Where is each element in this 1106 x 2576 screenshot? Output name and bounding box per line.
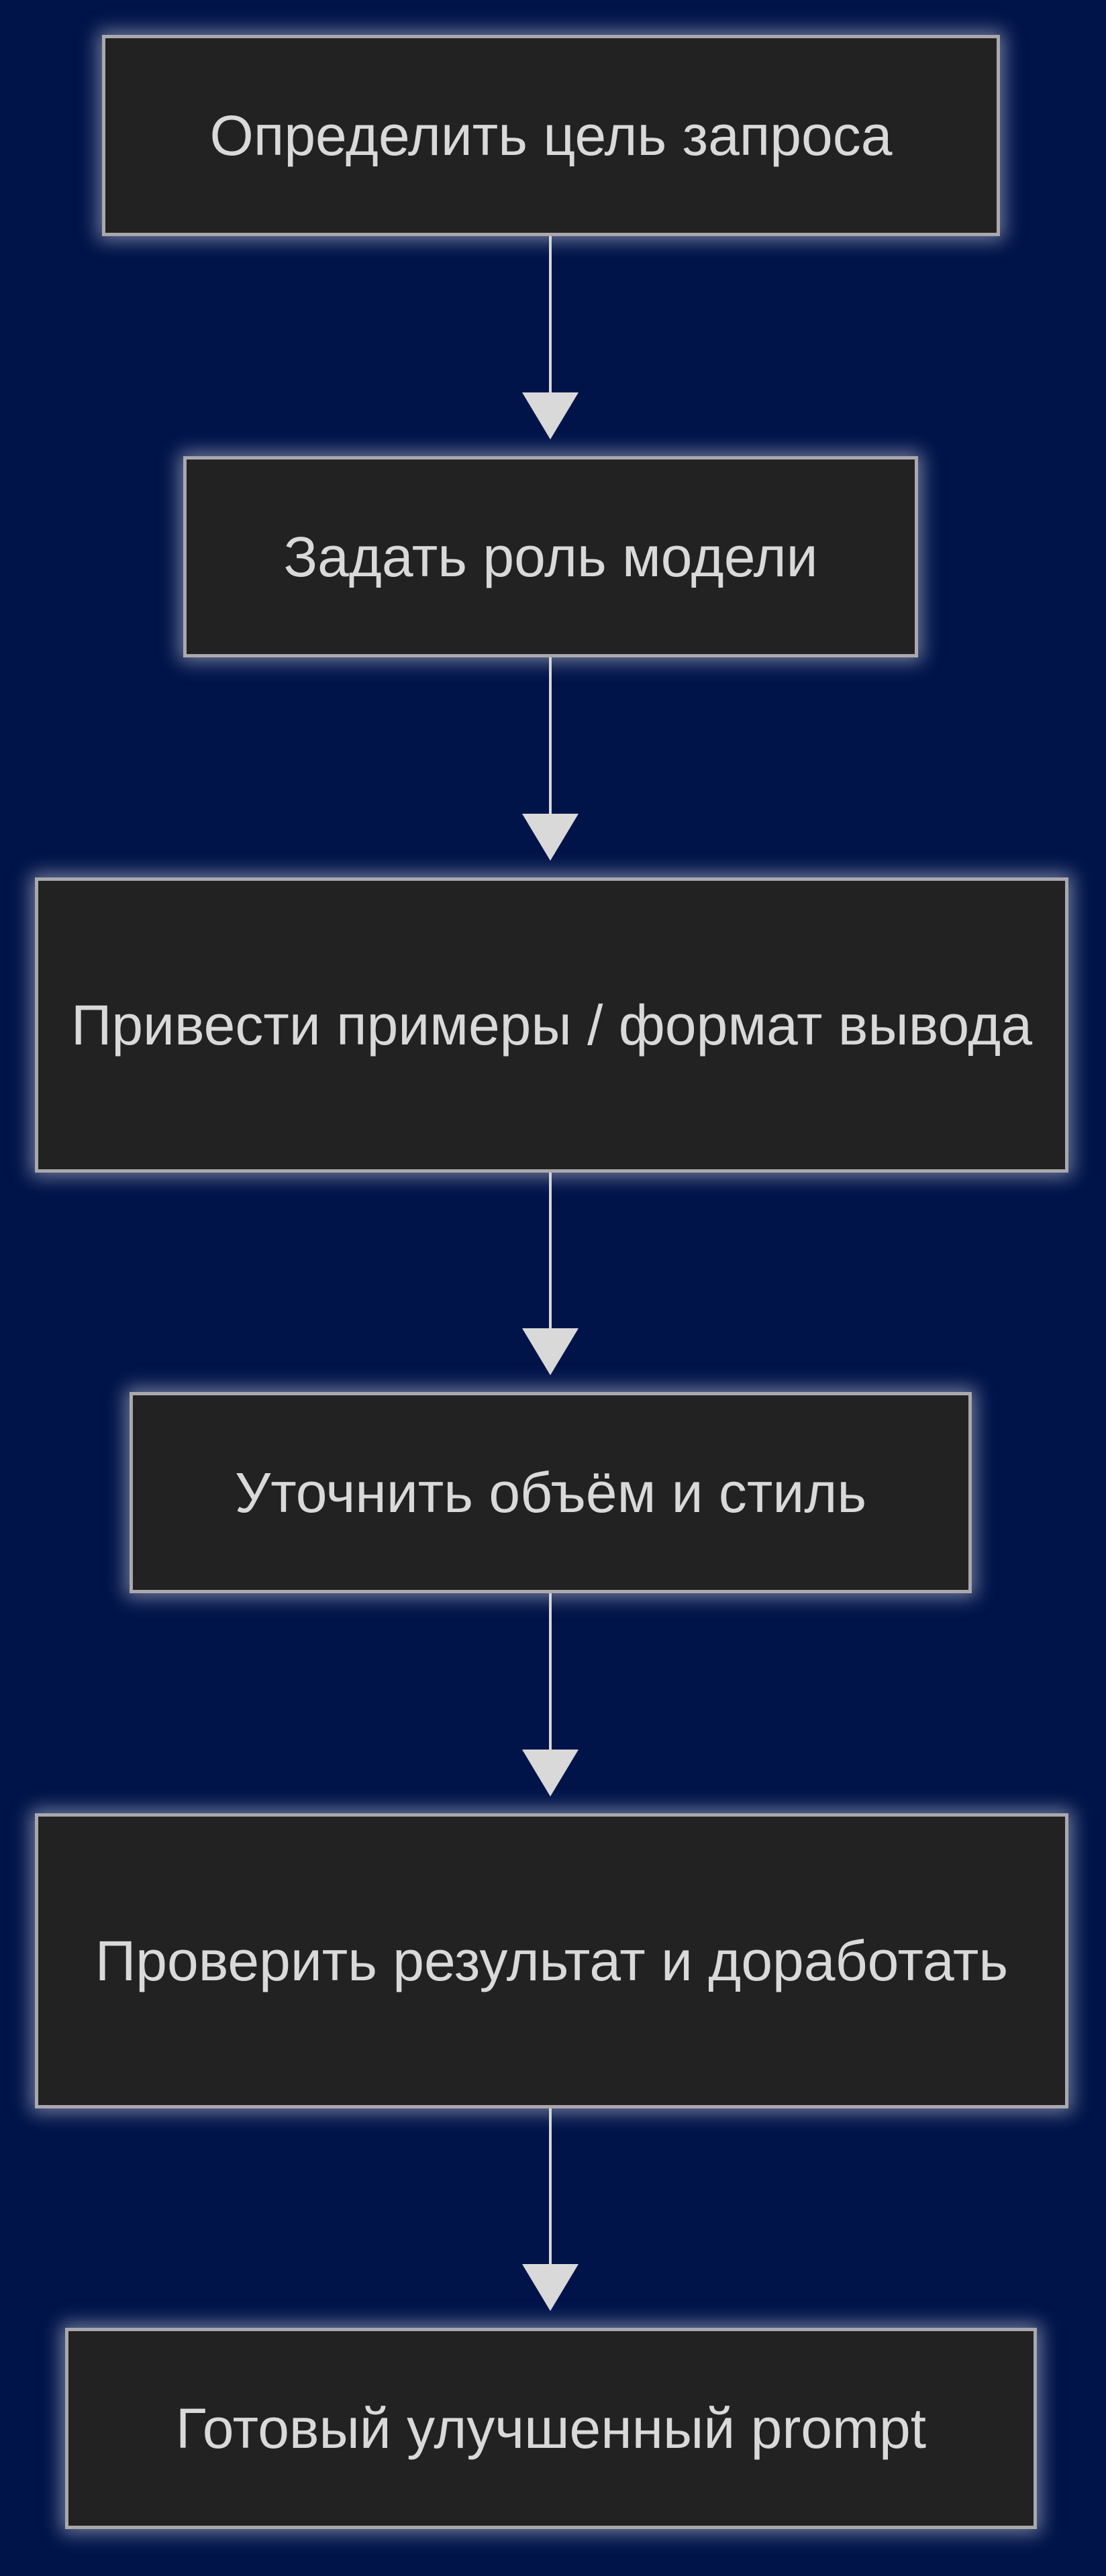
flow-node-volume-style: Уточнить объём и стиль <box>130 1392 972 1593</box>
edge-n2-n3 <box>522 657 579 861</box>
node-label: Определить цель запроса <box>209 103 893 167</box>
node-label: Готовый улучшенный prompt <box>175 2396 927 2460</box>
arrowhead-icon <box>522 1328 579 1375</box>
edge-n5-n6 <box>522 2108 579 2311</box>
arrowhead-icon <box>522 814 579 861</box>
edge-n4-n5 <box>522 1593 579 1796</box>
connectors-layer <box>522 236 579 2311</box>
flow-node-examples-format: Привести примеры / формат вывода <box>35 877 1068 1173</box>
flow-node-define-goal: Определить цель запроса <box>102 35 1000 236</box>
node-label: Проверить результат и доработать <box>95 1929 1009 1992</box>
arrowhead-icon <box>522 392 579 439</box>
arrowhead-icon <box>522 1750 579 1796</box>
flow-node-final-prompt: Готовый улучшенный prompt <box>65 2328 1037 2529</box>
flow-node-set-role: Задать роль модели <box>183 456 918 657</box>
flow-node-check-refine: Проверить результат и доработать <box>35 1813 1068 2108</box>
arrowhead-icon <box>522 2264 579 2311</box>
node-label: Уточнить объём и стиль <box>234 1460 867 1524</box>
node-label: Привести примеры / формат вывода <box>70 993 1033 1057</box>
node-label: Задать роль модели <box>283 525 818 588</box>
edge-n3-n4 <box>522 1173 579 1375</box>
edge-n1-n2 <box>522 236 579 439</box>
